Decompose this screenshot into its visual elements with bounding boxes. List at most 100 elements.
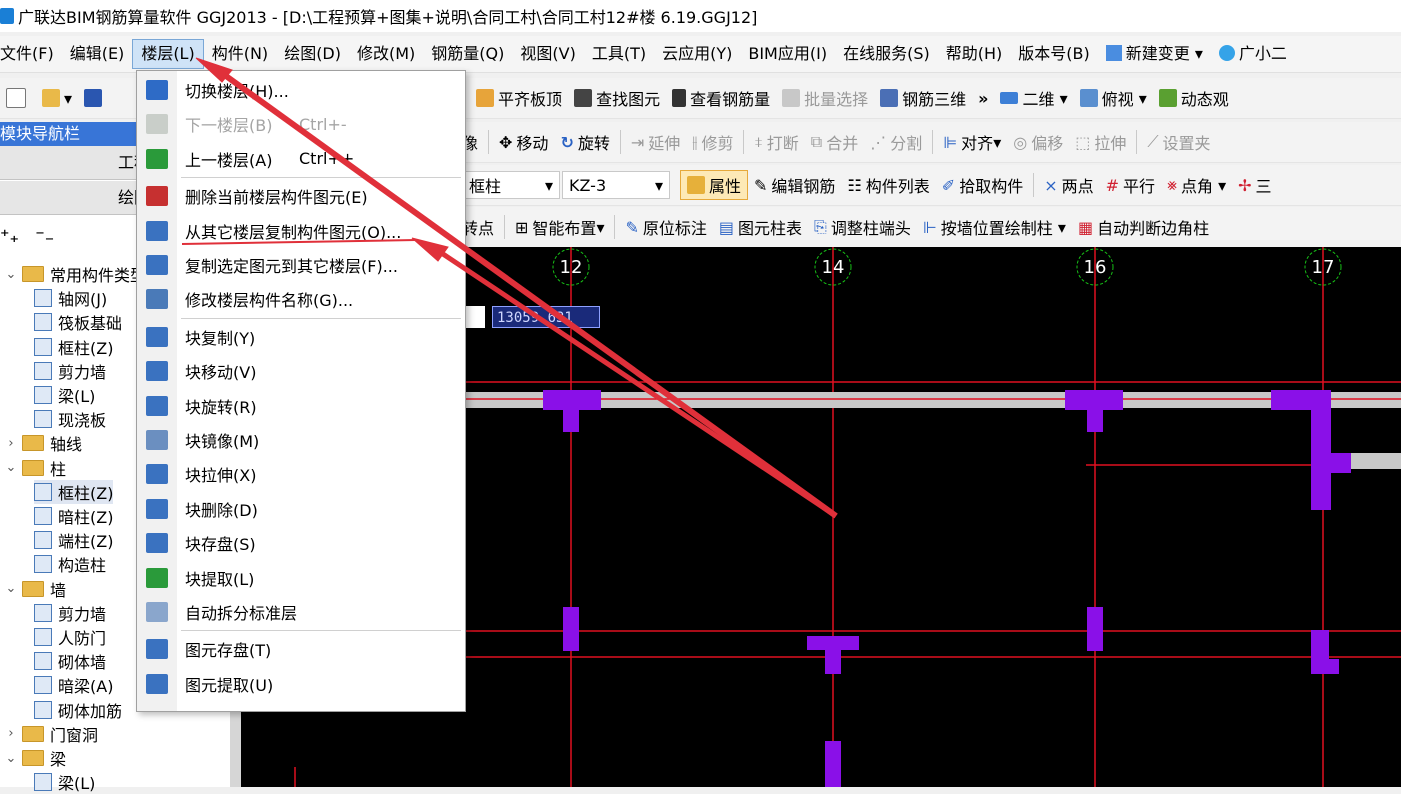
chevron-down-icon[interactable]: ⌄ [4, 460, 18, 475]
view-direction-dropdown[interactable]: 俯视 ▾ [1074, 82, 1153, 114]
menu-item-auto-split[interactable]: 自动拆分标准层 [137, 595, 465, 629]
menu-item-delete-floor[interactable]: 删除当前楼层构件图元(E) [137, 179, 465, 213]
coordinate-input-box[interactable] [465, 306, 485, 328]
move-button[interactable]: ✥ 移动 [493, 126, 554, 158]
tree-item[interactable]: 梁(L) [34, 383, 95, 407]
menu-draw[interactable]: 绘图(D) [276, 39, 349, 69]
properties-button[interactable]: 属性 [680, 170, 749, 200]
chevron-right-icon[interactable]: › [4, 726, 18, 741]
menu-item-rename[interactable]: 修改楼层构件名称(G)... [137, 282, 465, 316]
tree-item[interactable]: 暗柱(Z) [34, 504, 113, 528]
smart-layout-dropdown[interactable]: ⊞ 智能布置 ▾ [509, 211, 610, 243]
menu-item-element-save[interactable]: 图元存盘(T) [137, 632, 465, 666]
rotate-button[interactable]: ↻ 旋转 [554, 126, 615, 158]
menu-help[interactable]: 帮助(H) [938, 39, 1011, 69]
pick-component-button[interactable]: ✐ 拾取构件 [936, 169, 1029, 201]
menu-item-block-mirror[interactable]: 块镜像(M) [137, 423, 465, 457]
coordinate-readout[interactable]: 13059.631 [492, 306, 600, 328]
align-dropdown[interactable]: ⊫ 对齐 ▾ [937, 126, 1007, 158]
rebar-3d-button[interactable]: 钢筋三维 [874, 82, 972, 114]
menu-view[interactable]: 视图(V) [512, 39, 583, 69]
menu-version[interactable]: 版本号(B) [1010, 39, 1097, 69]
three-point-button[interactable]: ✢ 三 [1232, 169, 1277, 201]
extend-button[interactable]: ⇥ 延伸 [625, 126, 686, 158]
dynamic-view-button[interactable]: 动态观 [1153, 82, 1235, 114]
tree-item[interactable]: 筏板基础 [34, 310, 122, 334]
tree-item[interactable]: 端柱(Z) [34, 528, 113, 552]
adjust-column-end-button[interactable]: ⎘ 调整柱端头 [808, 211, 917, 243]
chevron-right-icon[interactable]: › [4, 436, 18, 451]
save-button[interactable] [78, 82, 112, 114]
break-button[interactable]: ⧧ 打断 [748, 126, 804, 158]
menu-item-block-move[interactable]: 块移动(V) [137, 354, 465, 388]
align-slab-top-button[interactable]: 平齐板顶 [470, 82, 568, 114]
tree-item[interactable]: 构造柱 [34, 552, 106, 576]
tree-item[interactable]: 轴网(J) [34, 286, 107, 310]
menu-item-block-copy[interactable]: 块复制(Y) [137, 320, 465, 354]
tree-item[interactable]: 砌体加筋 [34, 698, 122, 722]
menu-item-switch-floor[interactable]: 切换楼层(H)... [137, 73, 465, 107]
menu-edit[interactable]: 编辑(E) [62, 39, 133, 69]
tree-item[interactable]: 梁(L) [34, 770, 95, 794]
menu-item-block-rotate[interactable]: 块旋转(R) [137, 389, 465, 423]
open-file-button[interactable]: ▾ [36, 82, 78, 114]
menu-item-prev-floor[interactable]: 上一楼层(A) Ctrl++ [137, 142, 465, 176]
new-file-button[interactable] [0, 82, 36, 114]
component-list-button[interactable]: ☷ 构件列表 [841, 169, 935, 201]
two-point-button[interactable]: ⨯ 两点 [1038, 169, 1099, 201]
in-place-annotation-button[interactable]: ✎ 原位标注 [619, 211, 712, 243]
menu-online[interactable]: 在线服务(S) [835, 39, 938, 69]
chevron-down-icon[interactable]: ⌄ [4, 581, 18, 596]
menu-item-copy-to-floor[interactable]: 复制选定图元到其它楼层(F)... [137, 248, 465, 282]
new-change-button[interactable]: 新建变更 ▾ [1098, 39, 1211, 69]
menu-cloud[interactable]: 云应用(Y) [654, 39, 740, 69]
menu-item-block-extract[interactable]: 块提取(L) [137, 561, 465, 595]
menu-item-block-save[interactable]: 块存盘(S) [137, 526, 465, 560]
menu-item-copy-from-floor[interactable]: 从其它楼层复制构件图元(O)... [137, 214, 465, 248]
split-button[interactable]: ⋰ 分割 [864, 126, 928, 158]
tree-item[interactable]: 砌体墙 [34, 649, 106, 673]
menu-item-element-extract[interactable]: 图元提取(U) [137, 667, 465, 701]
assistant-button[interactable]: 广小二 [1211, 39, 1295, 69]
menu-file[interactable]: 文件(F) [0, 39, 62, 69]
draw-column-by-wall-dropdown[interactable]: ⊩ 按墙位置绘制柱 ▾ [917, 211, 1072, 243]
auto-corner-column-button[interactable]: ▦ 自动判断边角柱 [1072, 211, 1215, 243]
stretch-button[interactable]: ⬚ 拉伸 [1069, 126, 1132, 158]
menu-item-block-stretch[interactable]: 块拉伸(X) [137, 457, 465, 491]
menu-floor[interactable]: 楼层(L) [132, 39, 204, 69]
menu-rebar-qty[interactable]: 钢筋量(Q) [423, 39, 512, 69]
tree-folder[interactable]: ⌄ 柱 [4, 456, 66, 480]
view-mode-dropdown[interactable]: 二维 ▾ [994, 82, 1073, 114]
tree-folder[interactable]: ⌄ 常用构件类型 [4, 262, 146, 286]
trim-button[interactable]: ⫲ 修剪 [686, 126, 739, 158]
expand-all-icon[interactable]: ⁺₊ [0, 226, 19, 247]
tree-folder[interactable]: › 轴线 [4, 431, 82, 455]
chevron-down-icon[interactable]: ⌄ [4, 267, 18, 282]
menu-tools[interactable]: 工具(T) [584, 39, 654, 69]
chevron-down-icon[interactable]: ⌄ [4, 751, 18, 766]
tree-folder[interactable]: ⌄ 梁 [4, 746, 66, 770]
collapse-all-icon[interactable]: ⁻₋ [35, 226, 54, 247]
menu-item-next-floor[interactable]: 下一楼层(B) Ctrl+- [137, 107, 465, 141]
more-toolbar-button[interactable]: » [972, 82, 994, 114]
element-column-table-button[interactable]: ▤ 图元柱表 [713, 211, 808, 243]
parallel-button[interactable]: # 平行 [1100, 169, 1161, 201]
edit-rebar-button[interactable]: ✎ 编辑钢筋 [748, 169, 841, 201]
component-name-select[interactable]: KZ-3 ▾ [562, 171, 670, 199]
component-type-select[interactable]: 框柱 ▾ [462, 171, 560, 199]
tree-item[interactable]: 人防门 [34, 625, 106, 649]
menu-component[interactable]: 构件(N) [204, 39, 276, 69]
set-clip-button[interactable]: ⟋ 设置夹 [1141, 126, 1216, 158]
tree-item[interactable]: 框柱(Z) [34, 335, 113, 359]
tree-item[interactable]: 剪力墙 [34, 601, 106, 625]
menu-bim[interactable]: BIM应用(I) [740, 39, 835, 69]
tree-item[interactable]: 现浇板 [34, 407, 106, 431]
offset-button[interactable]: ◎ 偏移 [1007, 126, 1069, 158]
tree-item[interactable]: 框柱(Z) [34, 479, 114, 504]
menu-item-block-delete[interactable]: 块删除(D) [137, 492, 465, 526]
tree-item[interactable]: 暗梁(A) [34, 673, 113, 697]
merge-button[interactable]: ⧉ 合并 [805, 126, 864, 158]
batch-select-button[interactable]: 批量选择 [776, 82, 874, 114]
tree-item[interactable]: 剪力墙 [34, 359, 106, 383]
find-element-button[interactable]: 查找图元 [568, 82, 666, 114]
